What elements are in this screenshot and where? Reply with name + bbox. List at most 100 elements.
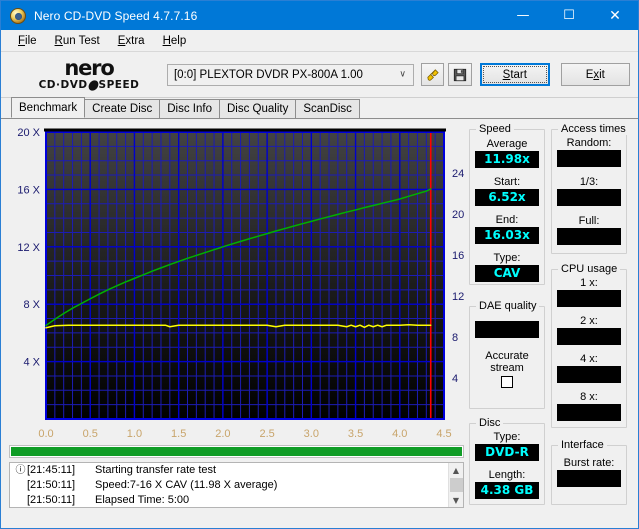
dae-quality-group: DAE quality Accurate stream [469, 300, 545, 409]
nero-logo: nero CD·DVD SPEED [15, 56, 163, 93]
access-third-label: 1/3: [579, 176, 599, 188]
start-button[interactable]: Start [480, 63, 550, 86]
chart-ytick-left-label: 20 X [17, 127, 40, 139]
nero-disc-icon [10, 7, 26, 24]
disc-length-value: 4.38 GB [475, 482, 539, 499]
interface-group: Interface Burst rate: [551, 439, 627, 505]
access-full-label: Full: [578, 215, 600, 227]
disc-type-value: DVD-R [475, 444, 539, 461]
log-list[interactable]: ⓘ [21:45:11] Starting transfer rate test… [9, 462, 464, 508]
cpu-8x-value [557, 404, 621, 421]
log-icon-spacer [14, 493, 27, 507]
speed-type-label: Type: [493, 252, 521, 264]
log-icon-spacer [14, 478, 27, 493]
drive-select-value: [0:0] PLEXTOR DVDR PX-800A 1.00 [173, 68, 363, 81]
log-message: Starting transfer rate test [95, 464, 217, 476]
toolbar: nero CD·DVD SPEED [0:0] PLEXTOR DVDR PX-… [1, 52, 638, 98]
speed-end-label: End: [495, 214, 519, 226]
burst-rate-value [557, 470, 621, 487]
chevron-down-icon: ∨ [399, 69, 406, 79]
cpu-2x-label: 2 x: [580, 315, 598, 327]
log-line: [21:50:11] Speed:7-16 X CAV (11.98 X ave… [10, 478, 463, 493]
accurate-stream-label-line2: stream [490, 362, 524, 374]
benchmark-panel: 0.0 0.5 1.0 1.5 2.0 2.5 3.0 3.5 4.0 4.5 4 X 8 X 12 X… [1, 119, 638, 511]
disc-group: Disc Type: DVD-R Length: 4.38 GB [469, 417, 545, 505]
dae-quality-value [475, 321, 539, 338]
disc-length-label: Length: [488, 469, 526, 481]
log-message: Elapsed Time: 5:00 [95, 494, 190, 506]
access-full-value [557, 228, 621, 245]
app-window: Nero CD-DVD Speed 4.7.7.16 — ☐ ✕ File Ru… [0, 0, 639, 529]
tab-disc-quality-label: Disc Quality [227, 103, 289, 115]
tab-disc-info-label: Disc Info [167, 103, 212, 115]
speed-group-label: Speed [476, 123, 514, 135]
speed-average-label: Average [486, 138, 528, 150]
menu-file[interactable]: File [9, 33, 46, 49]
info-icon: ⓘ [15, 465, 26, 476]
chart-xtick-label: 3.5 [348, 428, 363, 438]
chart-ytick-right-label: 8 [452, 332, 458, 344]
save-button[interactable] [448, 63, 473, 86]
log-line: ⓘ [21:45:11] Starting transfer rate test [10, 463, 463, 478]
cpu-usage-group: CPU usage 1 x: 2 x: 4 x: 8 x: [551, 263, 627, 428]
stats-panels: Speed Average 11.98x Start: 6.52x End: 1… [469, 123, 633, 505]
log-timestamp: [21:50:11] [27, 494, 76, 506]
chart-xtick-label: 1.0 [127, 428, 142, 438]
menu-extra[interactable]: Extra [109, 33, 154, 49]
plug-icon-button[interactable] [420, 63, 445, 86]
scroll-up-icon[interactable]: ▲ [449, 463, 464, 477]
tab-disc-info[interactable]: Disc Info [159, 99, 220, 118]
menu-help[interactable]: Help [154, 33, 196, 49]
scroll-down-icon[interactable]: ▼ [449, 493, 464, 507]
window-title: Nero CD-DVD Speed 4.7.7.16 [34, 8, 198, 23]
tab-create-disc-label: Create Disc [92, 103, 153, 115]
cpu-1x-label: 1 x: [580, 277, 598, 289]
dae-quality-group-label: DAE quality [476, 300, 540, 312]
cpu-2x-value [557, 328, 621, 345]
close-button[interactable]: ✕ [592, 1, 638, 30]
tab-disc-quality[interactable]: Disc Quality [219, 99, 297, 118]
tab-benchmark[interactable]: Benchmark [11, 97, 86, 118]
chart-svg: 0.0 0.5 1.0 1.5 2.0 2.5 3.0 3.5 4.0 4.5 4 X 8 X 12 X… [9, 123, 467, 438]
chart-ytick-right-label: 12 [452, 291, 464, 303]
tab-scandisc[interactable]: ScanDisc [295, 99, 360, 118]
chart-plot-area: 0.0 0.5 1.0 1.5 2.0 2.5 3.0 3.5 4.0 4.5 4 X 8 X 12 X… [17, 127, 464, 438]
access-random-value [557, 150, 621, 167]
log-scrollbar[interactable]: ▲ ▼ [448, 463, 463, 507]
menu-bar: File Run Test Extra Help [1, 30, 638, 52]
scrollbar-thumb[interactable] [449, 478, 463, 492]
accurate-stream-checkbox[interactable] [501, 376, 513, 388]
chart-ytick-left-label: 16 X [17, 184, 40, 196]
chart-ytick-right-label: 20 [452, 209, 464, 221]
chart-xtick-label: 0.0 [38, 428, 53, 438]
drive-select[interactable]: [0:0] PLEXTOR DVDR PX-800A 1.00 ∨ [166, 63, 414, 86]
accurate-stream-label-line1: Accurate [485, 350, 529, 362]
access-times-group-label: Access times [558, 123, 629, 135]
minimize-button[interactable]: — [500, 1, 546, 30]
access-random-label: Random: [566, 137, 612, 149]
cpu-1x-value [557, 290, 621, 307]
speed-start-label: Start: [493, 176, 521, 188]
chart-ytick-left-label: 12 X [17, 242, 40, 254]
chart-xtick-label: 2.0 [215, 428, 230, 438]
chart-xtick-label: 0.5 [83, 428, 98, 438]
maximize-button[interactable]: ☐ [546, 1, 592, 30]
disc-group-label: Disc [476, 417, 504, 429]
logo-subtitle: CD·DVD SPEED [39, 78, 140, 93]
chart-xtick-label: 2.5 [259, 428, 274, 438]
logo-sub-right: SPEED [98, 79, 140, 92]
interface-group-label: Interface [558, 439, 607, 451]
cpu-4x-value [557, 366, 621, 383]
tab-create-disc[interactable]: Create Disc [84, 99, 161, 118]
burst-rate-label: Burst rate: [563, 457, 615, 469]
tab-scandisc-label: ScanDisc [303, 103, 352, 115]
chart-xtick-label: 1.5 [171, 428, 186, 438]
logo-brand-text: nero [64, 56, 114, 80]
menu-run-test[interactable]: Run Test [46, 33, 109, 49]
progress-bar-fill [11, 447, 462, 456]
access-times-group: Access times Random: 1/3: Full: [551, 123, 629, 254]
speed-type-value: CAV [475, 265, 539, 282]
exit-button[interactable]: Exit [560, 63, 630, 86]
exit-button-label: Exit [585, 68, 605, 81]
chart-xtick-label: 4.0 [392, 428, 407, 438]
